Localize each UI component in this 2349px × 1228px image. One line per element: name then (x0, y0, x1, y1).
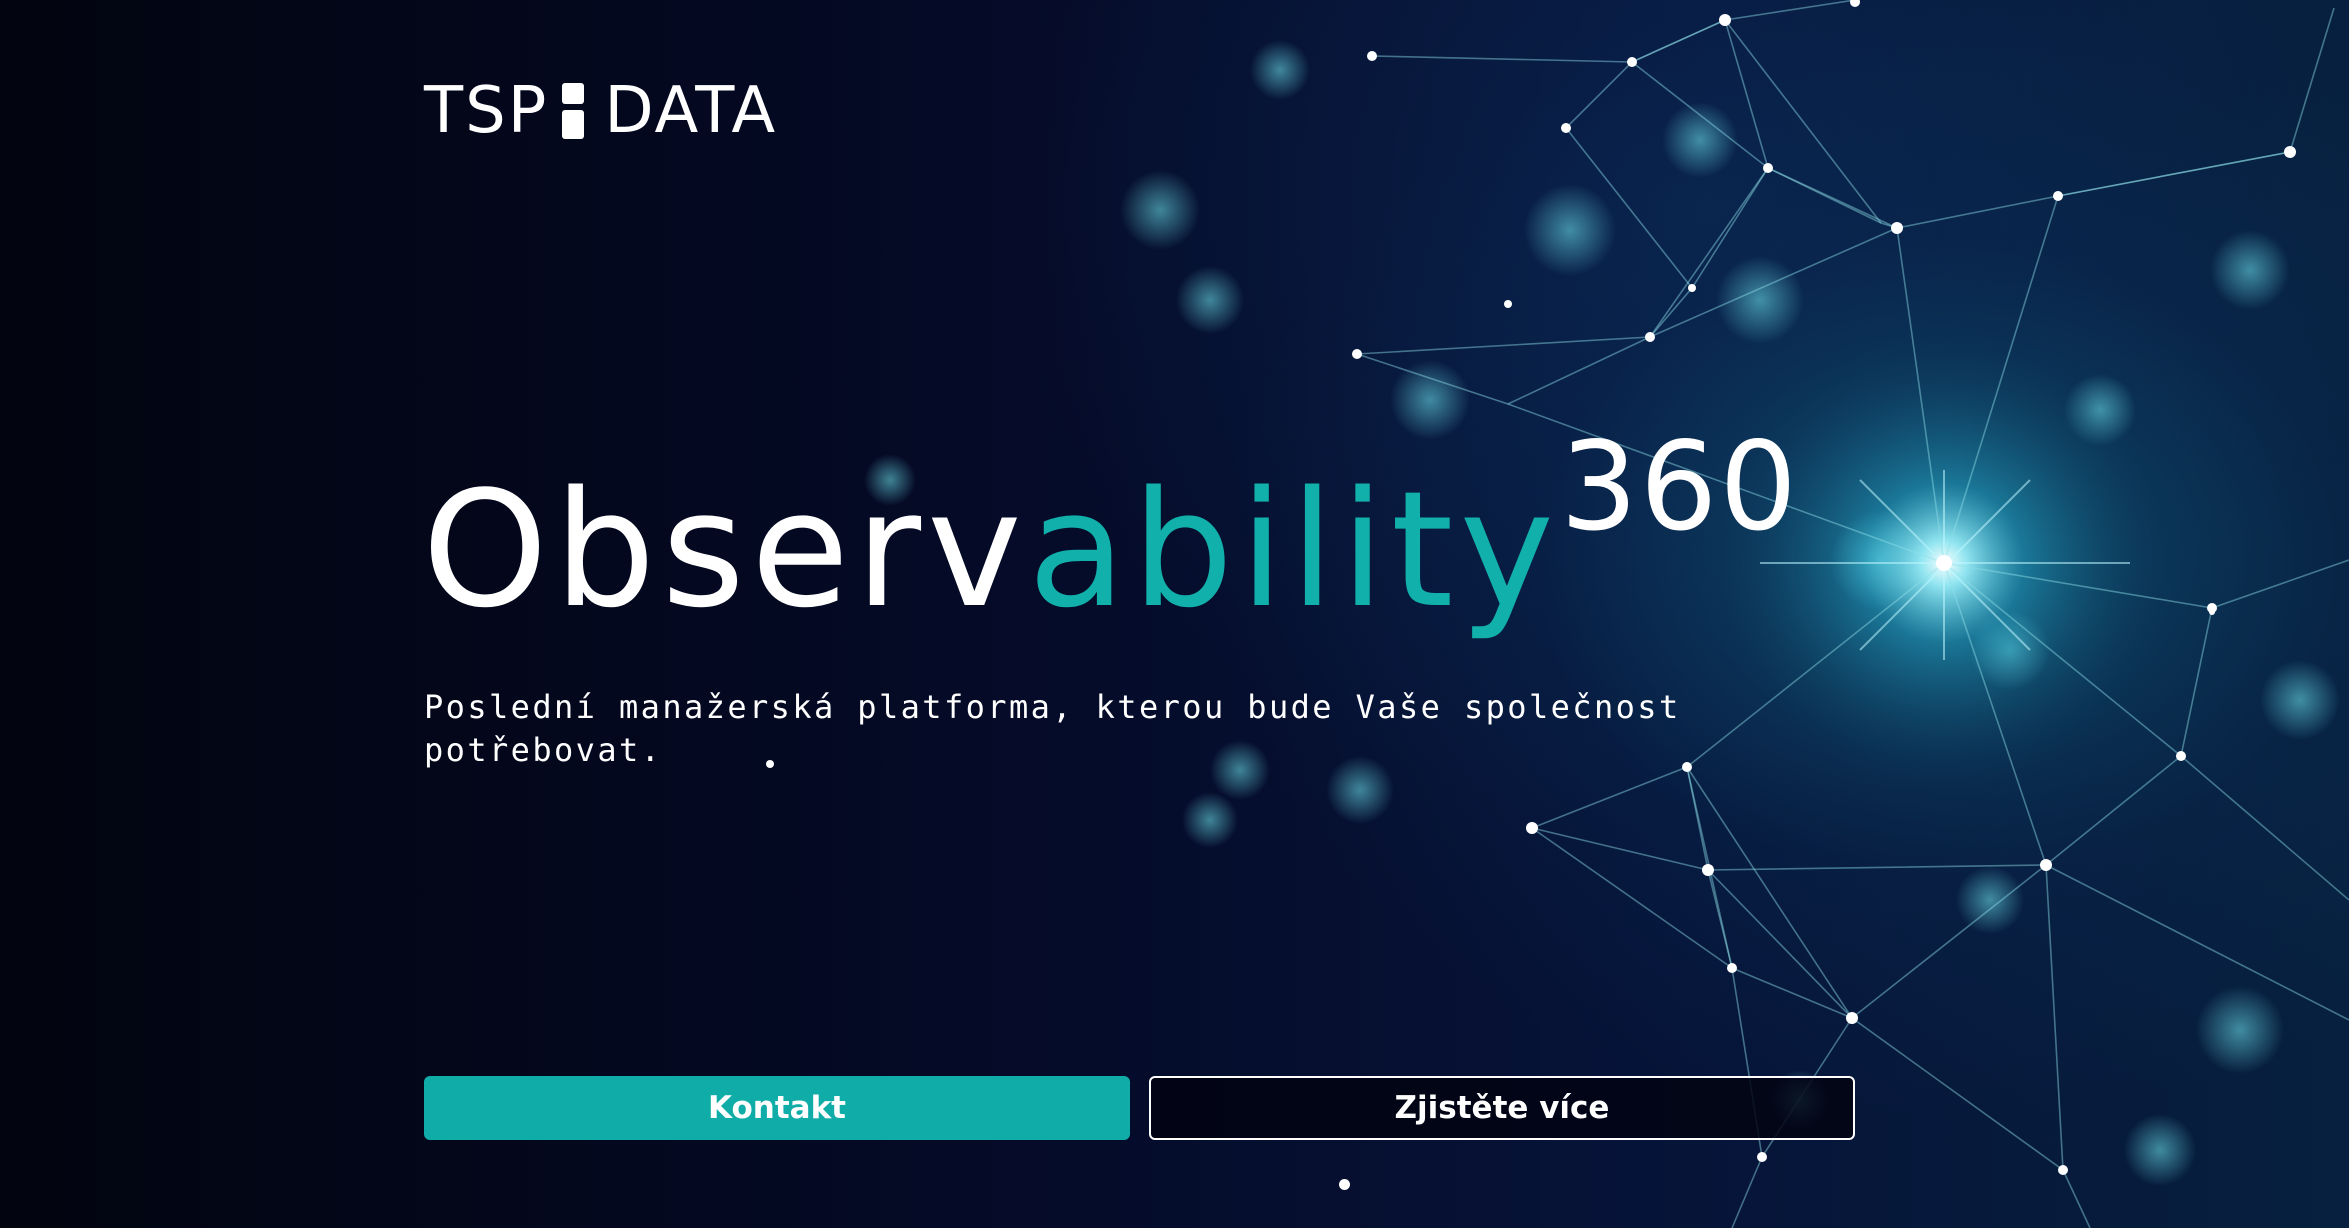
hero-subtitle-line2: potřebovat. (424, 731, 663, 769)
hero-title-superscript: 360 (1560, 416, 1800, 558)
hero-title-part2: ability (1027, 456, 1561, 643)
hero-title-part1: Observ (422, 456, 1028, 643)
logo-mark-icon (562, 83, 585, 139)
logo-text-left: TSP (424, 74, 549, 148)
logo-text-right: DATA (604, 74, 778, 148)
scroll-dot-icon[interactable] (1339, 1179, 1350, 1190)
hero-section: TSP DATA Observability360 Poslední manaž… (0, 0, 2349, 1228)
hero-subtitle: Poslední manažerská platforma, kterou bu… (424, 686, 1714, 772)
hero-subtitle-line1: Poslední manažerská platforma, kterou bu… (424, 688, 1681, 726)
learn-more-button-label: Zjistěte více (1394, 1090, 1610, 1126)
hero-title: Observability360 (422, 426, 1799, 660)
contact-button[interactable]: Kontakt (424, 1076, 1130, 1140)
learn-more-button[interactable]: Zjistěte více (1149, 1076, 1855, 1140)
tsp-data-logo[interactable]: TSP DATA (424, 74, 778, 148)
contact-button-label: Kontakt (707, 1090, 847, 1126)
